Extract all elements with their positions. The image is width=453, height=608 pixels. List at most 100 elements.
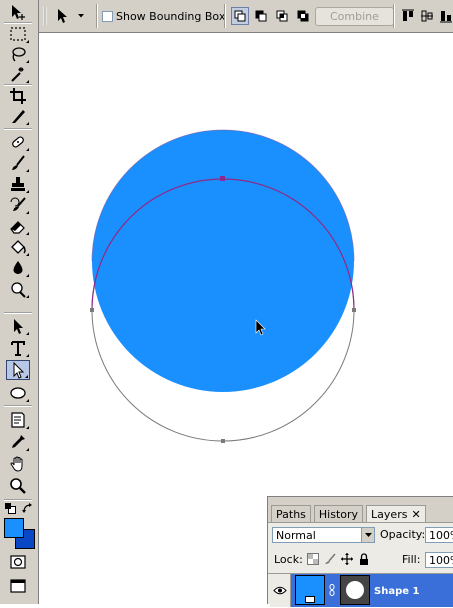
lock-transparent-pixels-icon[interactable] [307, 553, 319, 565]
opacity-input[interactable]: 100% [425, 527, 453, 543]
healing-brush-tool-icon [12, 136, 24, 148]
history-brush-tool-icon [10, 197, 26, 211]
tool-gripper[interactable] [43, 5, 47, 27]
ellipse-tool[interactable] [6, 383, 30, 403]
anchor-point-bottom[interactable] [221, 439, 225, 443]
anchor-point-right[interactable] [352, 308, 356, 312]
layers-panel: Paths History Layers ✕ Normal Opacity: 1… [267, 496, 453, 607]
swap-colors-icon[interactable] [22, 502, 34, 514]
layer-row[interactable]: Shape 1 [268, 573, 453, 608]
path-selection-tool-icon [14, 319, 23, 334]
brush-tool-icon [12, 155, 25, 170]
tab-paths[interactable]: Paths [271, 505, 311, 522]
blend-mode-select[interactable]: Normal [272, 527, 375, 543]
show-bounding-box-checkbox[interactable]: Show Bounding Box [102, 5, 225, 27]
history-brush-tool[interactable] [6, 195, 30, 215]
anchor-point-left[interactable] [90, 308, 94, 312]
screen-mode-icon [10, 579, 26, 593]
tab-history-label: History [318, 507, 359, 521]
fill-label: Fill: [402, 553, 421, 566]
fill-input[interactable]: 100% [425, 552, 453, 568]
tab-layers[interactable]: Layers ✕ [366, 505, 426, 523]
brush-tool[interactable] [6, 153, 30, 173]
align-bottom-edges-icon[interactable] [439, 9, 453, 23]
eye-icon [273, 586, 287, 595]
crop-tool[interactable] [6, 86, 30, 106]
lasso-tool[interactable] [6, 44, 30, 64]
eraser-tool[interactable] [6, 216, 30, 236]
anchor-point-top-selected[interactable] [220, 176, 225, 181]
type-tool[interactable] [6, 338, 30, 358]
subtract-shape-area-icon [255, 10, 267, 22]
magic-wand-tool[interactable] [6, 64, 30, 84]
lock-position-icon[interactable] [341, 553, 353, 565]
tab-layers-label: Layers [371, 508, 408, 521]
link-icon[interactable] [329, 584, 335, 596]
chevron-down-icon [78, 14, 84, 18]
opacity-label: Opacity: [380, 528, 426, 541]
blue-circle-shape[interactable] [92, 130, 354, 392]
combine-button[interactable]: Combine [315, 6, 394, 26]
lasso-tool-icon [12, 47, 26, 62]
direct-selection-tool[interactable] [6, 360, 30, 380]
healing-brush-tool[interactable] [6, 132, 30, 152]
move-tool-icon [12, 5, 25, 20]
options-bar: Show Bounding Box Combine [39, 0, 453, 33]
blur-tool[interactable] [6, 258, 30, 278]
hand-tool[interactable] [6, 454, 30, 474]
slice-tool-icon [12, 110, 25, 123]
lock-label: Lock: [274, 553, 303, 566]
checkbox-box[interactable] [102, 10, 113, 22]
dodge-tool-icon [11, 282, 26, 298]
notes-tool-icon [11, 412, 25, 428]
intersect-shape-areas-button[interactable] [273, 7, 291, 25]
eyedropper-tool-icon [12, 435, 25, 448]
align-vertical-centers-icon[interactable] [420, 9, 434, 23]
magic-wand-tool-icon [11, 67, 24, 82]
subtract-from-shape-area-button[interactable] [252, 7, 270, 25]
add-shape-area-icon [234, 10, 246, 22]
eyedropper-tool[interactable] [6, 432, 30, 452]
crop-tool-icon [10, 88, 26, 104]
quick-mask-icon [10, 555, 26, 569]
ellipse-tool-icon [10, 387, 26, 399]
zoom-tool[interactable] [6, 476, 30, 496]
slice-tool[interactable] [6, 106, 30, 126]
add-to-shape-area-button[interactable] [231, 7, 249, 25]
default-colors-icon[interactable] [5, 503, 16, 514]
notes-tool[interactable] [6, 410, 30, 430]
exclude-shape-area-icon [297, 10, 309, 22]
vector-mask-thumbnail [340, 575, 370, 605]
clone-stamp-tool[interactable] [6, 174, 30, 194]
layer-thumbnail [295, 575, 325, 605]
exclude-overlapping-shape-areas-button[interactable] [294, 7, 312, 25]
tab-paths-label: Paths [276, 507, 306, 521]
marquee-tool-icon [10, 27, 26, 41]
tool-preset-picker[interactable] [55, 5, 85, 27]
arrow-pointer-icon [58, 9, 67, 23]
layer-visibility-toggle[interactable] [270, 574, 291, 607]
close-icon[interactable]: ✕ [411, 508, 420, 521]
zoom-tool-icon [10, 478, 26, 494]
hand-tool-icon [10, 456, 23, 472]
tools-panel [0, 0, 39, 604]
move-tool[interactable] [6, 2, 30, 22]
marquee-tool[interactable] [6, 24, 30, 44]
layers-panel-body: Normal Opacity: 100% Lock: Fill: [268, 522, 453, 607]
quick-mask-button[interactable] [6, 552, 30, 572]
panel-tabs: Paths History Layers ✕ [268, 505, 426, 523]
lock-all-icon[interactable] [358, 553, 370, 565]
screen-mode-button[interactable] [6, 576, 30, 596]
align-top-edges-icon[interactable] [401, 9, 415, 23]
layer-name[interactable]: Shape 1 [374, 586, 419, 597]
clone-stamp-tool-icon [11, 177, 25, 191]
tab-history[interactable]: History [313, 505, 364, 522]
path-selection-tool[interactable] [6, 316, 30, 336]
lock-image-pixels-icon[interactable] [324, 553, 336, 565]
show-bounding-box-label: Show Bounding Box [116, 9, 226, 23]
eraser-tool-icon [10, 221, 25, 234]
foreground-color-swatch[interactable] [4, 518, 24, 538]
paint-bucket-tool[interactable] [6, 237, 30, 257]
dodge-tool[interactable] [6, 279, 30, 299]
blur-tool-icon [13, 261, 23, 274]
